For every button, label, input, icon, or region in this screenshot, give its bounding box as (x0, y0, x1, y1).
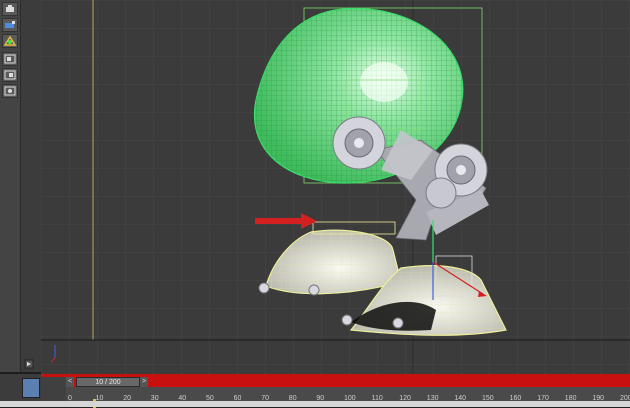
mini-curve-editor-button[interactable] (22, 378, 40, 398)
status-bar (0, 401, 630, 407)
frame-icon-2[interactable] (2, 68, 18, 82)
perspective-viewport[interactable] (41, 0, 630, 374)
next-frame-button[interactable]: > (140, 377, 148, 387)
frame-icon[interactable] (2, 52, 18, 66)
frame-indicator[interactable]: 10 / 200 (76, 377, 140, 387)
scene-view[interactable] (41, 0, 630, 374)
command-toolbar (0, 0, 21, 372)
paint-icon[interactable] (2, 18, 18, 32)
gizmo-icon[interactable] (2, 34, 18, 48)
prev-frame-button[interactable]: < (66, 377, 74, 387)
frame-icon-3[interactable] (2, 84, 18, 98)
time-slider[interactable]: < 10 / 200 > (66, 377, 630, 387)
teapot-icon[interactable] (2, 2, 18, 16)
viewport-side-strip (21, 0, 41, 372)
